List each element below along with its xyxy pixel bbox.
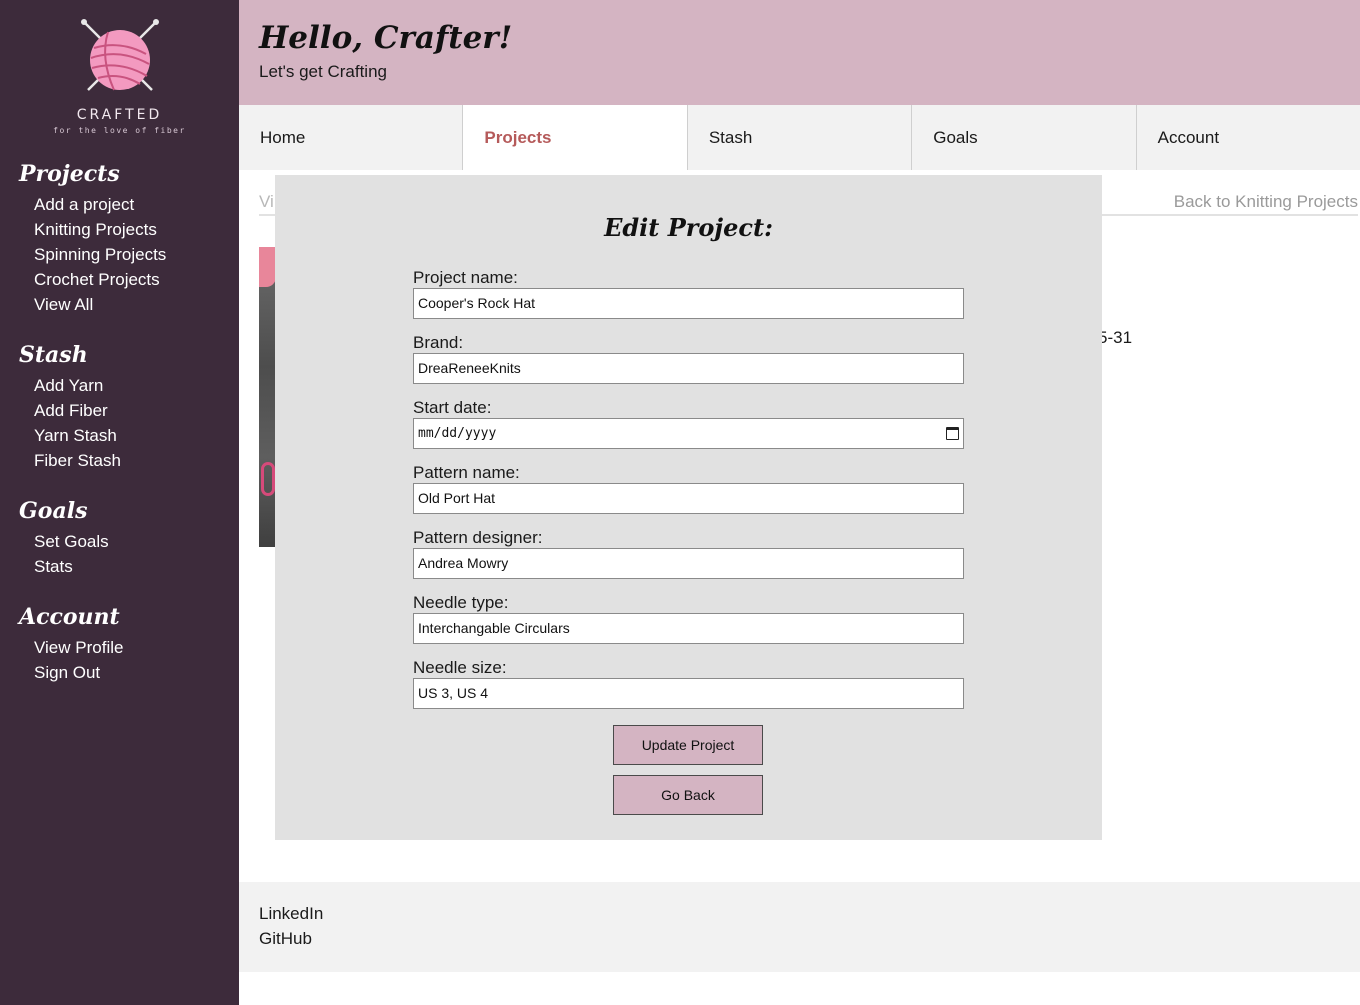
sidebar-item-set-goals[interactable]: Set Goals: [34, 529, 109, 554]
field-label: Pattern designer:: [413, 528, 543, 547]
page-subtitle: Let's get Crafting: [259, 62, 387, 81]
scissors-photo-detail: [261, 462, 275, 496]
logo-tagline: for the love of fiber: [53, 126, 186, 135]
sidebar-section-projects: Projects Add a project Knitting Projects…: [19, 160, 166, 317]
sidebar-heading: Goals: [19, 498, 88, 524]
sidebar-item-yarn-stash[interactable]: Yarn Stash: [34, 423, 121, 448]
top-nav: Home Projects Stash Goals Account: [239, 105, 1360, 170]
yarn-ball-photo-detail: [259, 247, 276, 287]
start-date-input[interactable]: mm/dd/yyyy: [413, 418, 964, 449]
field-label: Pattern name:: [413, 463, 520, 482]
update-project-button[interactable]: Update Project: [613, 725, 763, 765]
pattern-name-input[interactable]: Old Port Hat: [413, 483, 964, 514]
back-to-knitting-projects-link[interactable]: Back to Knitting Projects: [1174, 192, 1358, 212]
field-label: Start date:: [413, 398, 492, 417]
linkedin-link[interactable]: LinkedIn: [259, 904, 323, 924]
project-name-field: Project name: Cooper's Rock Hat: [413, 268, 964, 319]
sidebar-heading: Projects: [19, 161, 120, 187]
view-link-fragment: Vi: [259, 192, 274, 211]
needle-type-input[interactable]: Interchangable Circulars: [413, 613, 964, 644]
sidebar: CRAFTED for the love of fiber Projects A…: [0, 0, 239, 1005]
pattern-designer-input[interactable]: Andrea Mowry: [413, 548, 964, 579]
tab-stash[interactable]: Stash: [687, 105, 913, 170]
calendar-icon[interactable]: [946, 427, 959, 440]
project-name-input[interactable]: Cooper's Rock Hat: [413, 288, 964, 319]
field-label: Brand:: [413, 333, 464, 352]
sidebar-item-add-fiber[interactable]: Add Fiber: [34, 398, 121, 423]
sidebar-heading: Stash: [19, 342, 88, 368]
modal-title: Edit Project:: [604, 213, 773, 242]
go-back-button[interactable]: Go Back: [613, 775, 763, 815]
sidebar-item-view-profile[interactable]: View Profile: [34, 635, 123, 660]
sidebar-section-account: Account View Profile Sign Out: [19, 603, 123, 685]
project-photo: [259, 247, 276, 547]
date-placeholder: mm/dd/yyyy: [418, 426, 497, 441]
start-date-field: Start date: mm/dd/yyyy: [413, 398, 964, 449]
page-header: Hello, Crafter! Let's get Crafting: [239, 0, 1360, 105]
github-link[interactable]: GitHub: [259, 929, 312, 949]
sidebar-item-knitting-projects[interactable]: Knitting Projects: [34, 217, 166, 242]
pattern-name-field: Pattern name: Old Port Hat: [413, 463, 964, 514]
needle-size-field: Needle size: US 3, US 4: [413, 658, 964, 709]
tab-account[interactable]: Account: [1136, 105, 1360, 170]
needle-size-input[interactable]: US 3, US 4: [413, 678, 964, 709]
needle-type-field: Needle type: Interchangable Circulars: [413, 593, 964, 644]
field-label: Project name:: [413, 268, 518, 287]
logo-wordmark: CRAFTED: [76, 107, 163, 123]
sidebar-item-add-yarn[interactable]: Add Yarn: [34, 373, 121, 398]
page-footer: LinkedIn GitHub: [239, 882, 1360, 972]
tab-projects[interactable]: Projects: [463, 105, 688, 170]
sidebar-section-stash: Stash Add Yarn Add Fiber Yarn Stash Fibe…: [19, 341, 121, 473]
edit-project-modal: Edit Project: Project name: Cooper's Roc…: [275, 175, 1102, 840]
sidebar-item-add-project[interactable]: Add a project: [34, 192, 166, 217]
sidebar-item-view-all[interactable]: View All: [34, 292, 166, 317]
field-label: Needle size:: [413, 658, 507, 677]
sidebar-item-sign-out[interactable]: Sign Out: [34, 660, 123, 685]
field-label: Needle type:: [413, 593, 509, 612]
sidebar-heading: Account: [19, 604, 120, 630]
tab-home[interactable]: Home: [239, 105, 464, 170]
sidebar-section-goals: Goals Set Goals Stats: [19, 497, 109, 579]
brand-field: Brand: DreaReneeKnits: [413, 333, 964, 384]
sidebar-item-fiber-stash[interactable]: Fiber Stash: [34, 448, 121, 473]
project-date-fragment: 5-31: [1098, 328, 1133, 347]
page-title: Hello, Crafter!: [259, 20, 513, 56]
pattern-designer-field: Pattern designer: Andrea Mowry: [413, 528, 964, 579]
sidebar-item-spinning-projects[interactable]: Spinning Projects: [34, 242, 166, 267]
brand-input[interactable]: DreaReneeKnits: [413, 353, 964, 384]
sidebar-item-crochet-projects[interactable]: Crochet Projects: [34, 267, 166, 292]
sidebar-item-stats[interactable]: Stats: [34, 554, 109, 579]
tab-goals[interactable]: Goals: [912, 105, 1137, 170]
